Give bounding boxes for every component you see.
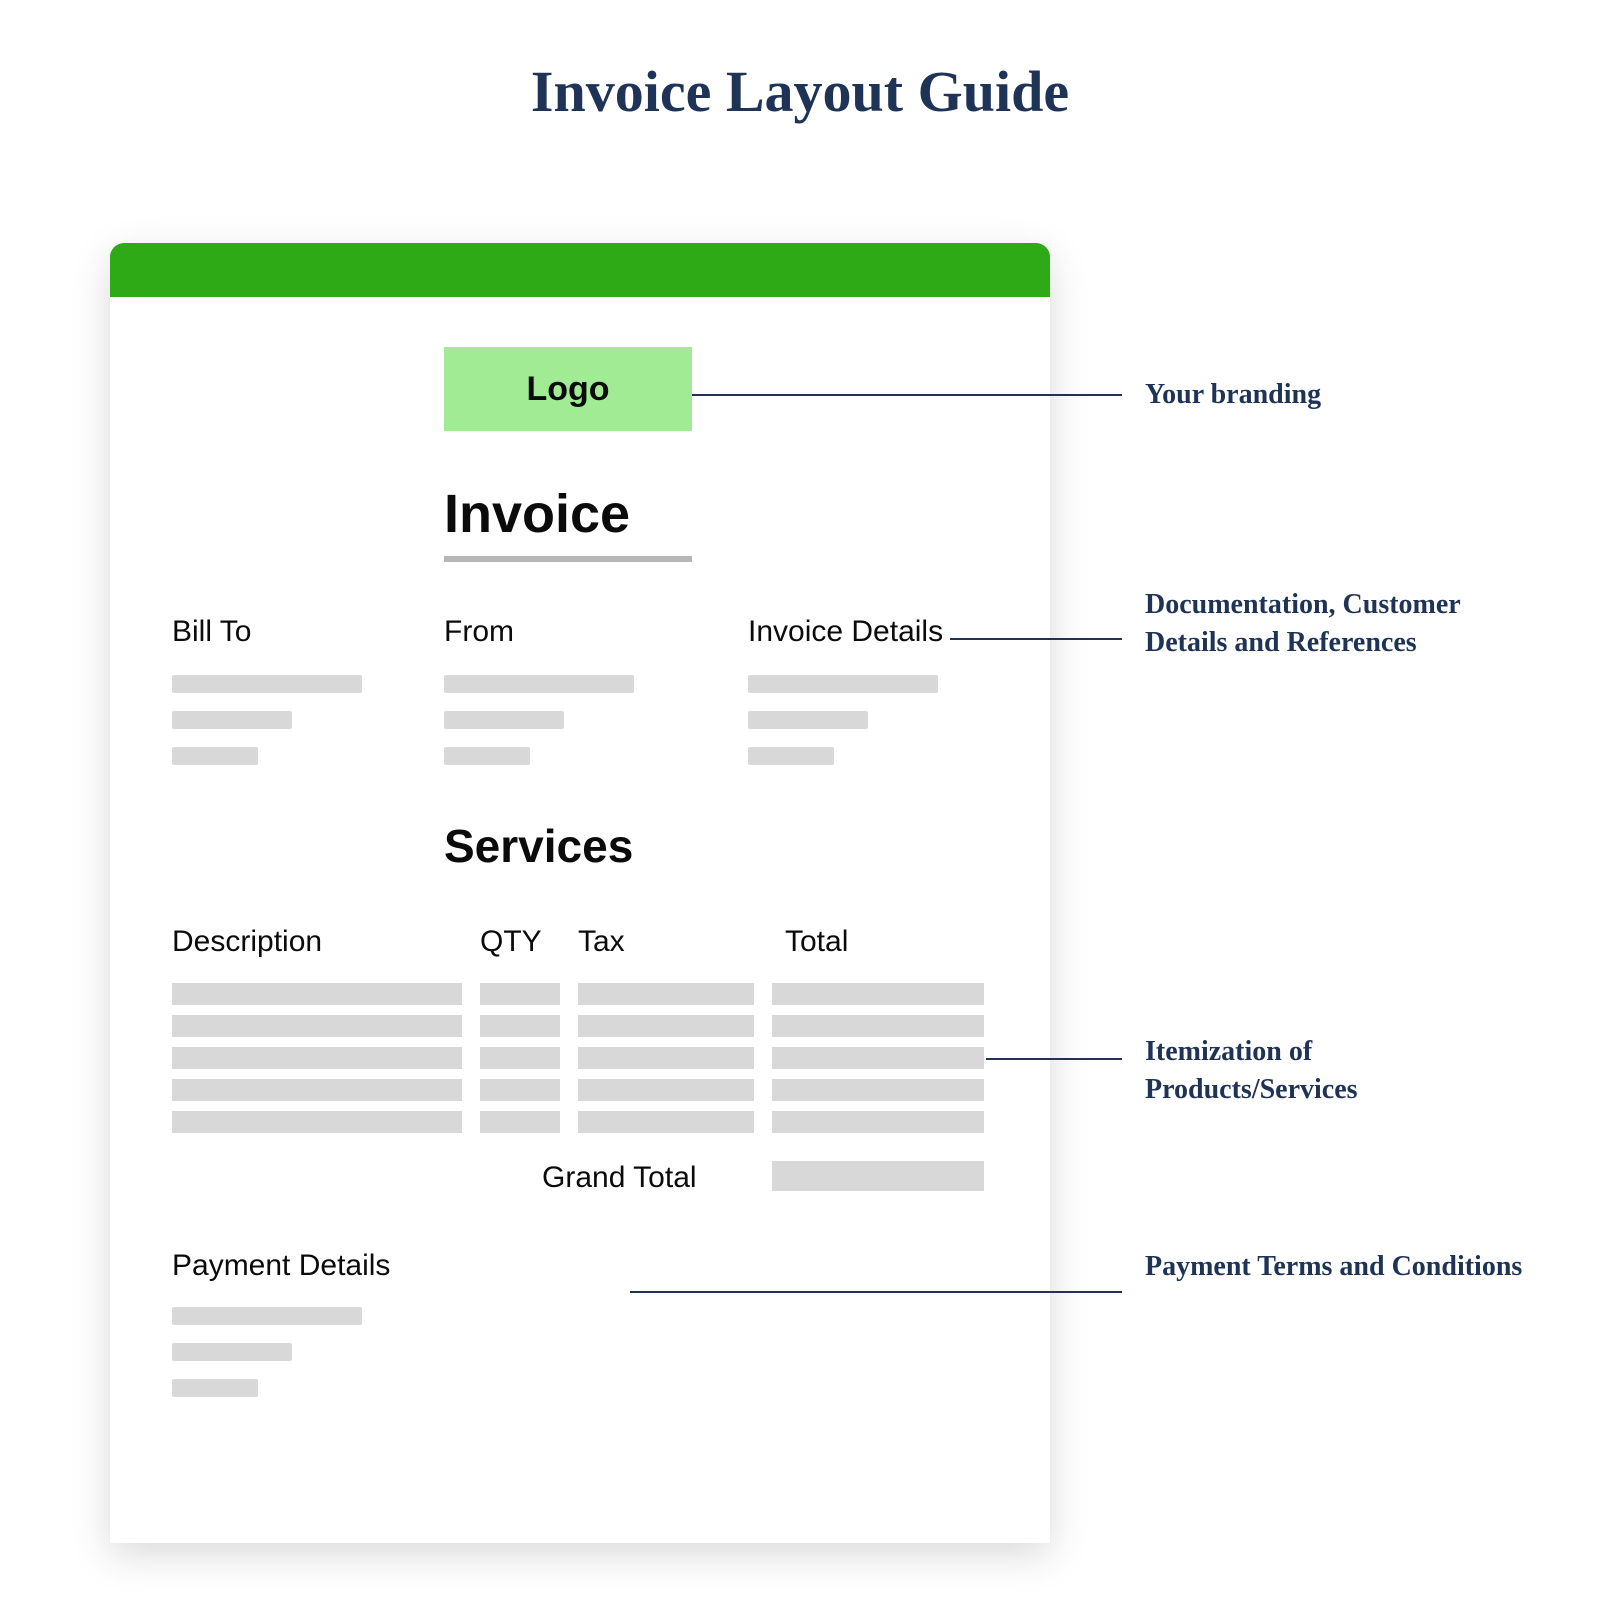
table-cell [480,1047,560,1069]
annotation-itemization: Itemization of Products/Services [1145,1033,1525,1109]
table-cell [772,983,984,1005]
grand-total-label: Grand Total [542,1161,697,1195]
table-cell [772,1015,984,1037]
table-cell [772,1111,984,1133]
connector-line [630,1291,1122,1293]
table-cell [578,1015,754,1037]
connector-line [950,638,1122,640]
logo-placeholder: Logo [444,347,692,431]
placeholder-line [172,747,258,765]
column-total: Total [785,925,848,959]
grand-total-placeholder [772,1161,984,1191]
column-description: Description [172,925,322,959]
placeholder-line [748,747,834,765]
invoice-card: Logo Invoice Bill To From Invoice Detail… [110,243,1050,1543]
placeholder-line [172,1379,258,1397]
table-cell [480,983,560,1005]
placeholder-line [748,711,868,729]
placeholder-line [748,675,938,693]
invoice-heading: Invoice [444,483,630,545]
logo-label: Logo [526,370,609,409]
table-cell [172,1047,462,1069]
page-title: Invoice Layout Guide [0,58,1600,125]
column-tax: Tax [578,925,625,959]
placeholder-line [172,1307,362,1325]
card-accent-bar [110,243,1050,297]
table-cell [480,1015,560,1037]
payment-details-label: Payment Details [172,1249,390,1283]
placeholder-line [444,675,634,693]
placeholder-line [172,711,292,729]
placeholder-line [172,675,362,693]
annotation-doc-refs: Documentation, Customer Details and Refe… [1145,586,1525,662]
connector-line [692,394,1122,396]
table-cell [578,1047,754,1069]
table-cell [172,983,462,1005]
annotation-payment-terms: Payment Terms and Conditions [1145,1248,1525,1286]
column-qty: QTY [480,925,542,959]
invoice-heading-underline [444,556,692,562]
table-cell [480,1079,560,1101]
connector-line [986,1058,1122,1060]
table-cell [172,1079,462,1101]
placeholder-line [172,1343,292,1361]
table-cell [172,1111,462,1133]
table-cell [578,1079,754,1101]
table-cell [772,1047,984,1069]
annotation-branding: Your branding [1145,376,1525,414]
placeholder-line [444,747,530,765]
table-cell [772,1079,984,1101]
table-cell [480,1111,560,1133]
table-cell [578,983,754,1005]
invoice-details-label: Invoice Details [748,615,943,649]
from-label: From [444,615,514,649]
table-cell [172,1015,462,1037]
bill-to-label: Bill To [172,615,251,649]
placeholder-line [444,711,564,729]
services-heading: Services [444,819,633,873]
table-cell [578,1111,754,1133]
